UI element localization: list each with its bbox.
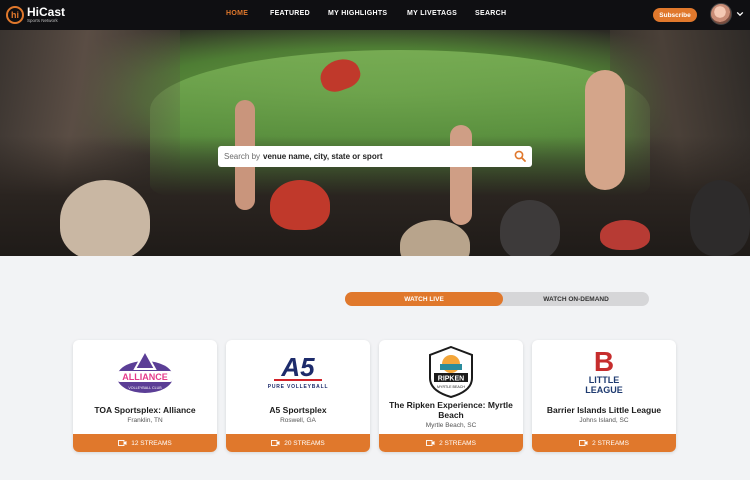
stream-count: 2 STREAMS: [439, 439, 476, 447]
watch-live-tab[interactable]: WATCH LIVE: [345, 292, 503, 306]
venue-name: TOA Sportsplex: Alliance: [94, 405, 196, 415]
venue-card[interactable]: A5 PURE VOLLEYBALL A5 Sportsplex Roswell…: [226, 340, 370, 452]
video-camera-icon: [118, 440, 127, 446]
stream-count: 12 STREAMS: [131, 439, 172, 447]
video-camera-icon: [271, 440, 280, 446]
watch-mode-toggle: WATCH LIVE WATCH ON-DEMAND: [345, 292, 649, 306]
venue-name: A5 Sportsplex: [269, 405, 327, 415]
hicast-logo[interactable]: hi HiCast Sports Network: [6, 5, 65, 25]
ripken-experience-logo: RIPKEN MYRTLE BEACH: [379, 346, 523, 398]
nav-featured[interactable]: FEATURED: [270, 10, 310, 17]
svg-text:B: B: [594, 346, 614, 377]
video-camera-icon: [426, 440, 435, 446]
venue-card[interactable]: RIPKEN MYRTLE BEACH The Ripken Experienc…: [379, 340, 523, 452]
video-camera-icon: [579, 440, 588, 446]
a5-volleyball-logo: A5 PURE VOLLEYBALL: [226, 346, 370, 398]
venue-name: Barrier Islands Little League: [546, 405, 662, 415]
venue-card[interactable]: B LITTLE LEAGUE Barrier Islands Little L…: [532, 340, 676, 452]
hero-banner: Search by venue name, city, state or spo…: [0, 30, 750, 256]
barrier-islands-little-league-logo: B LITTLE LEAGUE: [532, 346, 676, 398]
watch-on-demand-tab[interactable]: WATCH ON-DEMAND: [503, 292, 649, 306]
svg-text:PURE VOLLEYBALL: PURE VOLLEYBALL: [268, 384, 329, 390]
chevron-down-icon[interactable]: [736, 10, 744, 18]
venue-name: The Ripken Experience: Myrtle Beach: [389, 400, 513, 420]
venue-location: Roswell, GA: [280, 417, 316, 424]
svg-text:ALLIANCE: ALLIANCE: [122, 372, 168, 382]
venue-card[interactable]: ALLIANCE VOLLEYBALL CLUB TOA Sportsplex:…: [73, 340, 217, 452]
svg-text:MYRTLE BEACH: MYRTLE BEACH: [437, 385, 465, 389]
venue-search-input[interactable]: Search by venue name, city, state or spo…: [218, 146, 532, 167]
venue-location: Myrtle Beach, SC: [425, 422, 477, 429]
stream-count: 20 STREAMS: [284, 439, 325, 447]
search-placeholder-prefix: Search by: [224, 152, 261, 161]
search-icon[interactable]: [514, 150, 526, 162]
venue-location: Franklin, TN: [127, 417, 163, 424]
stream-count-bar: 12 STREAMS: [73, 434, 217, 452]
stream-count: 2 STREAMS: [592, 439, 629, 447]
svg-text:RIPKEN: RIPKEN: [438, 376, 464, 383]
user-avatar[interactable]: [710, 3, 732, 25]
nav-home[interactable]: HOME: [226, 10, 248, 17]
svg-text:LITTLE: LITTLE: [589, 375, 620, 385]
alliance-volleyball-logo: ALLIANCE VOLLEYBALL CLUB: [73, 346, 217, 398]
venue-location: Johns Island, SC: [579, 417, 629, 424]
svg-text:LEAGUE: LEAGUE: [585, 385, 623, 395]
svg-text:A5: A5: [280, 352, 315, 382]
nav-search[interactable]: SEARCH: [475, 10, 506, 17]
nav-my-livetags[interactable]: MY LIVETAGS: [407, 10, 457, 17]
search-placeholder-emphasis: venue name, city, state or sport: [263, 152, 383, 161]
hicast-logo-mark: hi: [6, 6, 24, 24]
stream-count-bar: 2 STREAMS: [532, 434, 676, 452]
top-navigation-bar: hi HiCast Sports Network HOME FEATURED M…: [0, 0, 750, 30]
nav-my-highlights[interactable]: MY HIGHLIGHTS: [328, 10, 387, 17]
subscribe-button[interactable]: Subscribe: [653, 8, 697, 22]
svg-text:VOLLEYBALL CLUB: VOLLEYBALL CLUB: [128, 386, 162, 390]
stream-count-bar: 2 STREAMS: [379, 434, 523, 452]
stream-count-bar: 20 STREAMS: [226, 434, 370, 452]
logo-subtitle-text: Sports Network: [27, 18, 58, 24]
logo-brand-text: HiCast: [27, 5, 66, 20]
